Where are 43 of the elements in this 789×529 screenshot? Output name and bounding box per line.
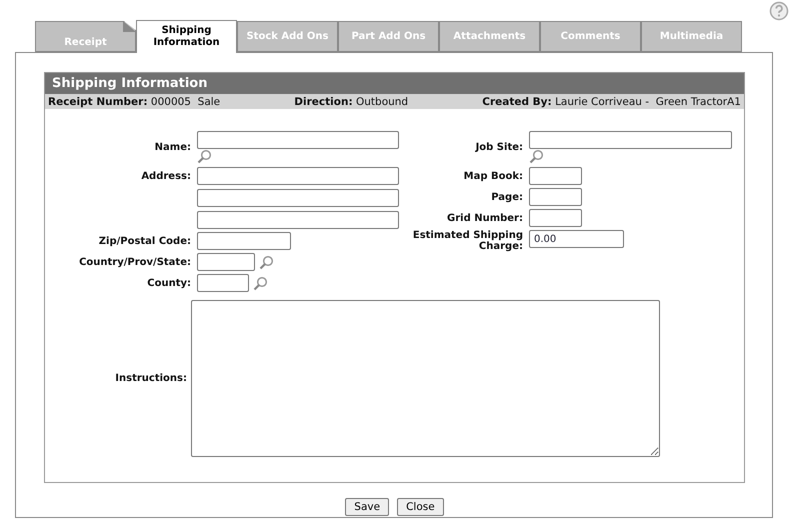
section-title: Shipping Information [45,73,744,94]
field-label: Grid Number: [446,212,523,224]
close-button[interactable]: Close [397,498,444,516]
field-label: County: [146,278,191,288]
field-label: Instructions: [114,373,187,384]
field-label: Estimated Shipping Charge: [412,230,523,252]
text-field[interactable] [529,188,582,206]
text-field[interactable] [529,209,582,227]
text-field[interactable] [197,211,399,229]
field-label: Map Book: [462,170,523,182]
text-field[interactable] [197,131,399,149]
field-label: Country/Prov/State: [78,256,191,268]
text-field[interactable] [197,189,399,207]
tab[interactable]: Receipt [35,21,136,52]
save-button[interactable]: Save [345,498,390,516]
text-field[interactable] [529,131,732,149]
search-icon[interactable] [253,276,268,290]
instructions-field[interactable] [191,300,660,457]
tab[interactable]: Attachments [439,21,540,52]
tab[interactable]: Multimedia [641,21,742,52]
info-text: Direction: Outbound [294,96,408,108]
field-label: Zip/Postal Code: [98,236,191,246]
text-field[interactable] [529,167,582,185]
tab[interactable]: Part Add Ons [338,21,439,52]
search-icon[interactable] [529,149,544,164]
tab[interactable]: Shipping Information [136,20,237,53]
text-field[interactable] [197,253,255,271]
tab[interactable]: Stock Add Ons [237,21,338,52]
search-icon[interactable] [259,254,274,270]
field-label: Page: [490,192,523,202]
text-field[interactable] [197,274,249,292]
info-text: Receipt Number: 000005 Sale [48,96,220,108]
text-field[interactable] [197,167,399,185]
field-label: Name: [154,142,191,153]
tab[interactable]: Comments [540,21,641,52]
text-field[interactable] [197,232,291,250]
info-text: Created By: Laurie Corriveau - Green TractorA1 [482,96,741,108]
text-field[interactable]: 0.00 [529,230,624,248]
field-label: Job Site: [474,142,523,153]
field-label: Address: [140,170,191,182]
folded-corner-icon [123,21,136,32]
help-icon[interactable] [769,1,789,21]
search-icon[interactable] [197,149,212,164]
